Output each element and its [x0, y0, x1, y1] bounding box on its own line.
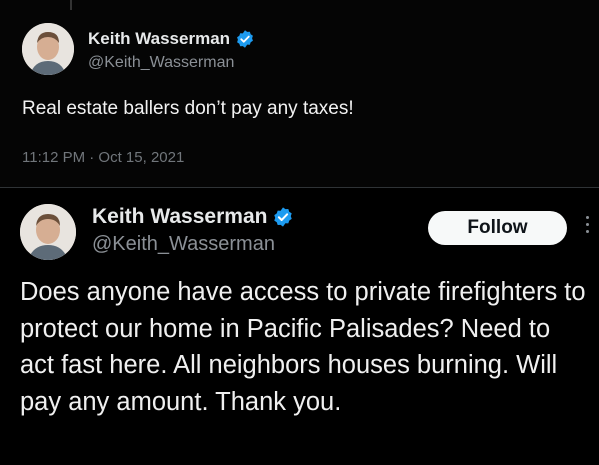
tweet-text: Does anyone have access to private firef… [20, 278, 586, 416]
avatar[interactable] [22, 23, 74, 75]
author-row: Keith Wasserman [88, 29, 255, 49]
tweet-text: Real estate ballers don’t pay any taxes! [22, 98, 354, 119]
avatar[interactable] [20, 204, 76, 260]
follow-button[interactable]: Follow [428, 211, 567, 245]
author-row: Keith Wasserman [92, 205, 294, 229]
author-handle[interactable]: @Keith_Wasserman [92, 233, 275, 256]
verified-badge-icon [272, 206, 294, 228]
author-name[interactable]: Keith Wasserman [92, 205, 267, 229]
verified-badge-icon [235, 29, 255, 49]
author-name[interactable]: Keith Wasserman [88, 29, 230, 49]
thread-connector [70, 0, 72, 10]
tweet-timestamp[interactable]: 11:12 PM · Oct 15, 2021 [22, 149, 184, 166]
main-tweet: Keith Wasserman @Keith_Wasserman Follow … [0, 188, 599, 465]
quoted-tweet: Keith Wasserman @Keith_Wasserman Real es… [0, 0, 599, 188]
author-handle[interactable]: @Keith_Wasserman [88, 54, 234, 72]
more-options-icon[interactable] [585, 216, 591, 240]
